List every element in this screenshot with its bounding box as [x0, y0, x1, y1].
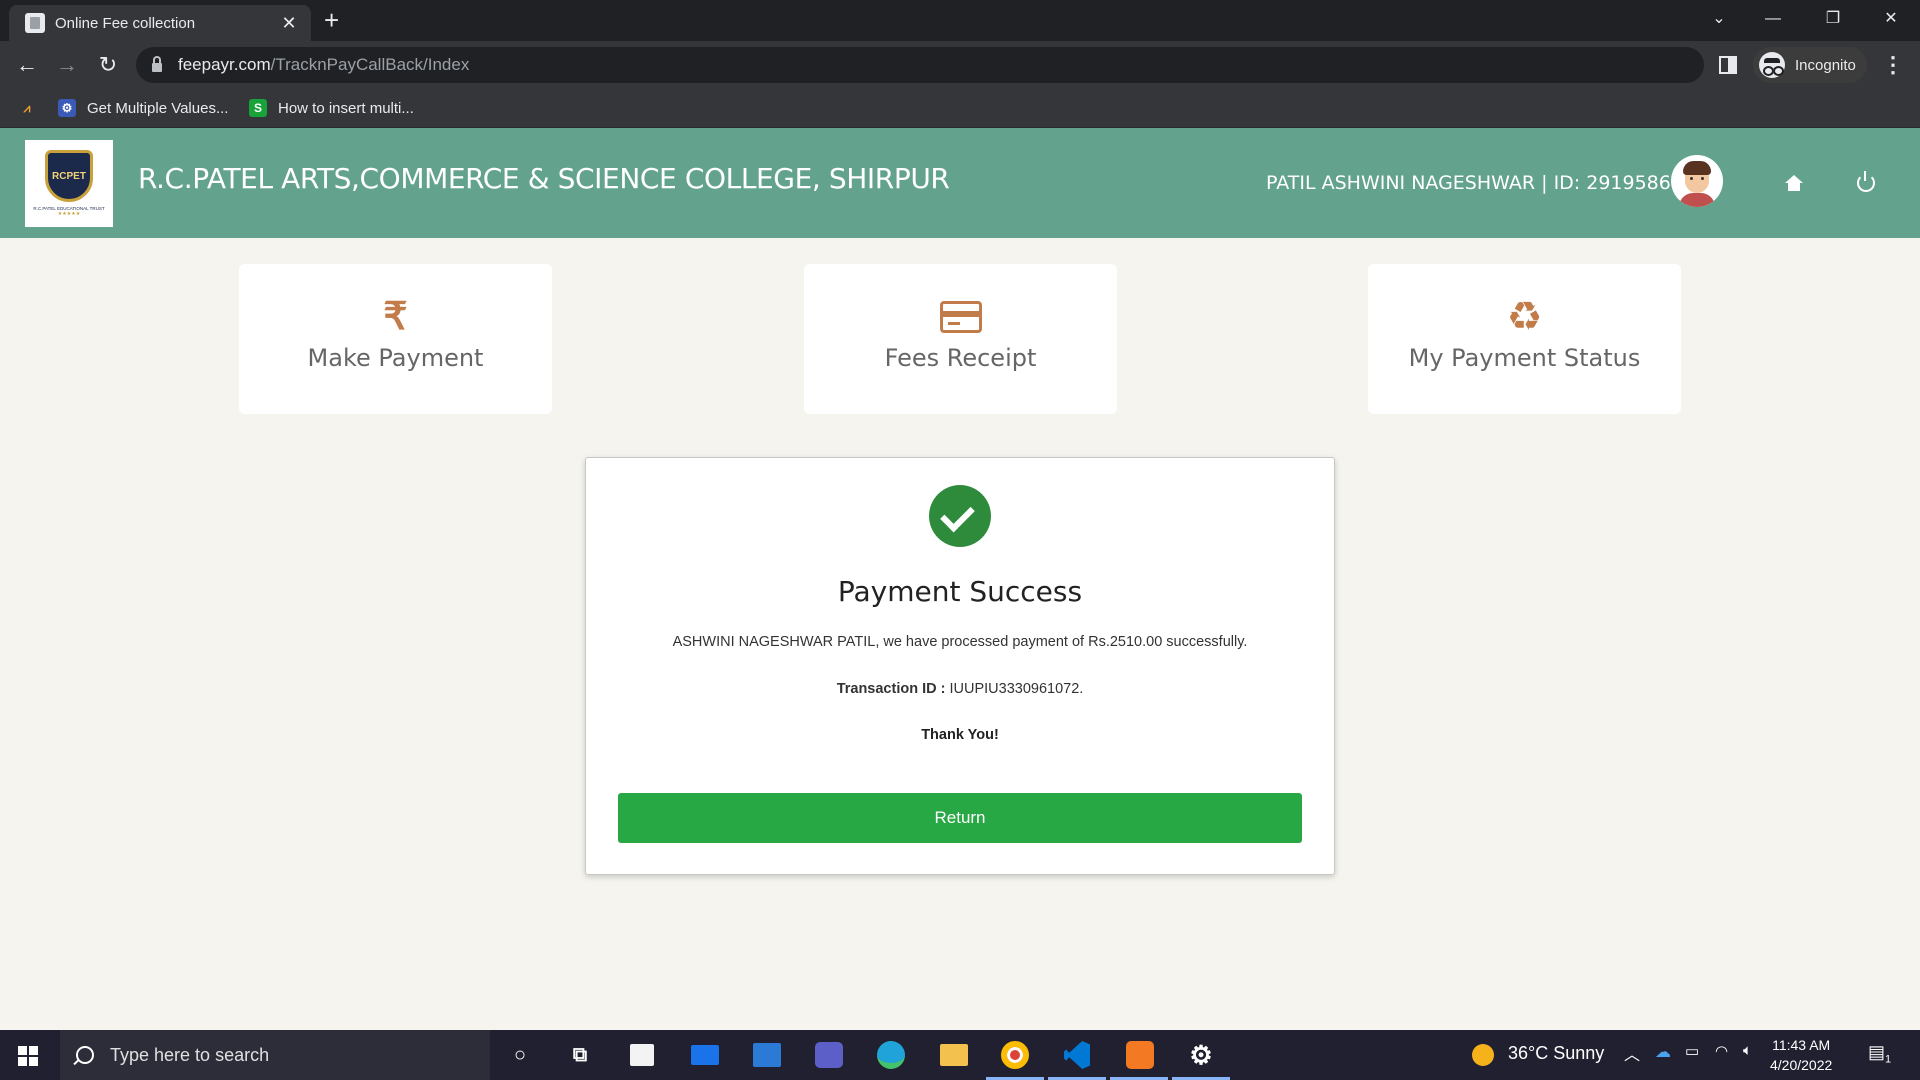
- volume-icon[interactable]: 🔈︎: [1743, 1042, 1752, 1059]
- browser-tab[interactable]: Online Fee collection ✕: [9, 5, 311, 41]
- url-path: /TracknPayCallBack/Index: [270, 55, 470, 74]
- college-name: R.C.PATEL ARTS,COMMERCE & SCIENCE COLLEG…: [138, 162, 950, 195]
- task-view-icon[interactable]: ⧉: [563, 1038, 597, 1072]
- card-label: Make Payment: [307, 344, 484, 372]
- tab-search-icon[interactable]: ⌄: [1696, 6, 1742, 32]
- lock-icon: [152, 56, 162, 72]
- user-info: PATIL ASHWINI NAGESHWAR | ID: 2919586: [1266, 172, 1671, 194]
- bookmark-label: How to insert multi...: [278, 99, 414, 117]
- file-explorer-icon[interactable]: [937, 1038, 971, 1072]
- close-tab-icon[interactable]: ✕: [279, 13, 299, 34]
- make-payment-card[interactable]: ₹ Make Payment: [239, 264, 552, 414]
- avatar-body: [1679, 193, 1715, 207]
- notification-count: 1: [1885, 1053, 1892, 1066]
- back-button[interactable]: ←: [13, 51, 41, 79]
- page-favicon-icon: [25, 13, 45, 33]
- taskbar-search-box[interactable]: Type here to search: [60, 1030, 490, 1080]
- fees-receipt-card[interactable]: Fees Receipt: [804, 264, 1117, 414]
- windows-taskbar: Type here to search ○ ⧉ ⚙ 36°C Sunny ︿ ☁…: [0, 1030, 1920, 1080]
- bookmark-item[interactable]: ⚙ Get Multiple Values...: [58, 95, 228, 121]
- browser-toolbar: ← → ↻ feepayr.com/TracknPayCallBack/Inde…: [0, 41, 1920, 89]
- search-icon: [76, 1046, 94, 1064]
- url-host: feepayr.com: [178, 55, 271, 74]
- address-bar[interactable]: feepayr.com/TracknPayCallBack/Index ☆: [136, 47, 1821, 83]
- site-header: RCPET R.C.PATEL EDUCATIONAL TRUST ★★★★★ …: [0, 128, 1920, 238]
- taskbar-clock[interactable]: 11:43 AM 4/20/2022: [1770, 1035, 1832, 1075]
- payment-status-card[interactable]: ♻ My Payment Status: [1368, 264, 1681, 414]
- rupee-icon: ₹: [383, 296, 408, 338]
- logo-shield-icon: RCPET: [45, 150, 93, 202]
- store-icon[interactable]: [625, 1038, 659, 1072]
- logout-power-icon[interactable]: [1857, 171, 1875, 192]
- success-title: Payment Success: [837, 575, 1083, 608]
- logo-text: RCPET: [52, 170, 86, 182]
- return-button[interactable]: Return: [618, 793, 1302, 843]
- remote-desktop-icon[interactable]: [750, 1038, 784, 1072]
- transaction-label: Transaction ID :: [836, 681, 946, 697]
- forward-button[interactable]: →: [53, 51, 81, 79]
- incognito-profile-button[interactable]: Incognito: [1753, 47, 1867, 83]
- cortana-icon[interactable]: ○: [503, 1038, 537, 1072]
- gear-site-icon: ⚙: [58, 99, 76, 117]
- restore-button[interactable]: ❐: [1810, 6, 1856, 32]
- close-window-button[interactable]: ✕: [1868, 6, 1914, 32]
- bookmark-item[interactable]: S How to insert multi...: [249, 95, 414, 121]
- college-logo[interactable]: RCPET R.C.PATEL EDUCATIONAL TRUST ★★★★★: [25, 140, 113, 227]
- notification-icon[interactable]: ▤1: [1868, 1042, 1891, 1066]
- mail-icon[interactable]: [688, 1038, 722, 1072]
- browser-tabbar: Online Fee collection ✕ + ⌄ — ❐ ✕: [0, 0, 1920, 41]
- bookmark-app-icon[interactable]: ⩘: [18, 95, 47, 121]
- search-placeholder: Type here to search: [110, 1044, 270, 1065]
- card-label: My Payment Status: [1408, 344, 1641, 372]
- home-icon[interactable]: [1785, 175, 1803, 191]
- clock-time: 11:43 AM: [1772, 1037, 1831, 1053]
- credit-card-icon: [939, 301, 982, 333]
- weather-text[interactable]: 36°C Sunny: [1508, 1043, 1604, 1064]
- avatar-hair: [1683, 161, 1711, 175]
- card-label: Fees Receipt: [884, 344, 1037, 372]
- logo-stars: ★★★★★: [57, 211, 81, 217]
- settings-gear-icon[interactable]: ⚙: [1184, 1038, 1218, 1072]
- tray-chevron-icon[interactable]: ︿: [1624, 1041, 1640, 1065]
- new-tab-button[interactable]: +: [324, 6, 339, 34]
- bookmark-label: Get Multiple Values...: [87, 99, 229, 117]
- user-avatar[interactable]: [1671, 155, 1723, 207]
- browser-menu-icon[interactable]: ⋮: [1882, 51, 1904, 79]
- edge-icon[interactable]: [874, 1038, 908, 1072]
- transaction-line: Transaction ID : IUUPIU3330961072.: [586, 681, 1334, 697]
- wifi-icon[interactable]: ◠: [1715, 1042, 1728, 1060]
- onedrive-icon[interactable]: ☁: [1655, 1042, 1671, 1062]
- side-panel-icon[interactable]: [1719, 56, 1737, 74]
- thank-you-text: Thank You!: [921, 727, 999, 743]
- incognito-label: Incognito: [1795, 56, 1856, 74]
- teams-icon[interactable]: [812, 1038, 846, 1072]
- vscode-icon[interactable]: [1060, 1038, 1094, 1072]
- chrome-icon[interactable]: [998, 1038, 1032, 1072]
- minimize-button[interactable]: —: [1750, 6, 1796, 32]
- reload-button[interactable]: ↻: [94, 51, 122, 79]
- xampp-icon[interactable]: [1123, 1038, 1157, 1072]
- incognito-icon: [1759, 52, 1785, 78]
- payment-success-panel: Payment Success ASHWINI NAGESHWAR PATIL,…: [585, 457, 1335, 875]
- transaction-id: IUUPIU3330961072.: [945, 681, 1084, 697]
- recycle-icon: ♻: [1506, 295, 1543, 339]
- windows-start-icon[interactable]: [18, 1046, 38, 1066]
- apps-logo-icon: ⩘: [23, 100, 31, 115]
- battery-icon[interactable]: ▭: [1685, 1042, 1699, 1060]
- tab-title: Online Fee collection: [55, 14, 196, 32]
- bookmarks-bar: ⩘ ⚙ Get Multiple Values... S How to inse…: [0, 89, 1920, 128]
- success-check-icon: [929, 485, 991, 547]
- s-site-icon: S: [249, 99, 267, 117]
- clock-date: 4/20/2022: [1770, 1057, 1833, 1073]
- success-message: ASHWINI NAGESHWAR PATIL, we have process…: [672, 634, 1248, 650]
- weather-sun-icon[interactable]: [1472, 1044, 1494, 1066]
